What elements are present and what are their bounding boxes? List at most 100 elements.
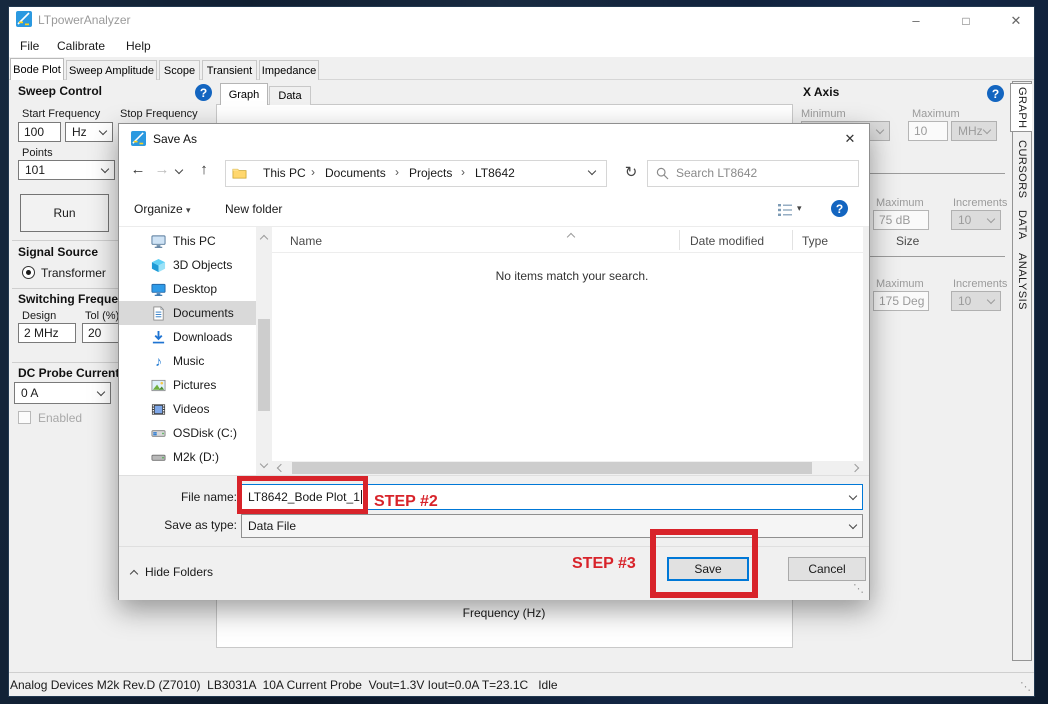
scroll-right-icon[interactable] (851, 464, 859, 472)
sidebar-item-this-pc[interactable]: This PC (119, 229, 256, 253)
chevron-down-icon (849, 520, 857, 528)
sidebar-item-music[interactable]: ♪Music (119, 349, 256, 373)
side-tab-graph[interactable]: GRAPH (1016, 87, 1028, 129)
minimize-button[interactable]: – (900, 7, 932, 34)
search-icon (656, 167, 669, 180)
forward-arrow-icon[interactable]: → (152, 161, 172, 181)
stop-frequency-label: Stop Frequency (120, 108, 198, 120)
sidebar-item-pictures[interactable]: Pictures (119, 373, 256, 397)
breadcrumb-lt8642[interactable]: LT8642 (475, 166, 515, 180)
tab-impedance[interactable]: Impedance (259, 60, 319, 80)
step2-highlight-box (237, 476, 368, 514)
app-icon (16, 11, 32, 27)
menu-file[interactable]: File (20, 39, 39, 53)
file-list-header (272, 227, 863, 253)
sidebar-item-documents[interactable]: Documents (119, 301, 256, 325)
sidebar-item-m2k-d[interactable]: M2k (D:) (119, 445, 256, 469)
side-tab-data[interactable]: DATA (1016, 210, 1028, 240)
enabled-checkbox[interactable] (18, 411, 31, 424)
menu-bar (9, 34, 1034, 57)
side-tab-cursors[interactable]: CURSORS (1016, 140, 1028, 199)
sidebar-item-3d-objects[interactable]: 3D Objects (119, 253, 256, 277)
breadcrumb-this-pc[interactable]: This PC (263, 166, 306, 180)
scroll-down-icon[interactable] (260, 460, 268, 468)
tab-scope[interactable]: Scope (159, 60, 200, 80)
help-icon[interactable]: ? (195, 84, 212, 101)
sidebar-scrollbar[interactable] (257, 227, 271, 475)
sidebar-item-videos[interactable]: Videos (119, 397, 256, 421)
column-header-date-modified[interactable]: Date modified (690, 234, 764, 248)
status-text: Analog Devices M2k Rev.D (Z7010) LB3031A… (10, 678, 558, 692)
magnitude-increments-select[interactable]: 10 (951, 210, 1001, 230)
file-name-label: File name: (119, 490, 237, 504)
tab-graph[interactable]: Graph (220, 83, 268, 105)
column-header-size[interactable]: Size (896, 234, 919, 248)
phase-maximum-input[interactable]: 175 Deg (873, 291, 929, 311)
breadcrumb-projects[interactable]: Projects (409, 166, 452, 180)
column-separator[interactable] (792, 230, 793, 250)
tab-transient[interactable]: Transient (202, 60, 257, 80)
column-header-type[interactable]: Type (802, 234, 828, 248)
organize-button[interactable]: Organize ▾ (134, 202, 191, 216)
breadcrumb-documents[interactable]: Documents (325, 166, 386, 180)
up-arrow-icon[interactable]: ↑ (194, 161, 214, 181)
os-drive-icon (151, 426, 166, 441)
x-maximum-unit-select[interactable]: MHz (951, 121, 997, 141)
transformer-radio[interactable] (22, 266, 35, 279)
sidebar-item-label: OSDisk (C:) (173, 426, 237, 440)
dialog-close-icon[interactable]: ✕ (833, 126, 867, 152)
points-value: 101 (25, 163, 45, 177)
side-tab-analysis[interactable]: ANALYSIS (1016, 253, 1028, 310)
design-input[interactable]: 2 MHz (18, 323, 76, 343)
close-button[interactable]: ✕ (1000, 7, 1032, 34)
tol-label: Tol (%) (85, 310, 119, 322)
points-select[interactable]: 101 (18, 160, 115, 180)
sidebar-item-label: This PC (173, 234, 216, 248)
x-maximum-input[interactable]: 10 (908, 121, 948, 141)
transformer-radio-label: Transformer (41, 266, 106, 280)
tab-bode-plot[interactable]: Bode Plot (10, 58, 64, 80)
dc-probe-current-select[interactable]: 0 A (14, 382, 111, 404)
save-as-type-select[interactable]: Data File (241, 514, 863, 538)
phase-increments-select[interactable]: 10 (951, 291, 1001, 311)
refresh-icon[interactable]: ↻ (621, 163, 641, 183)
maximize-button[interactable]: □ (950, 7, 982, 34)
start-frequency-unit-select[interactable]: Hz (65, 122, 113, 142)
cancel-button[interactable]: Cancel (788, 557, 866, 581)
magnitude-maximum-input[interactable]: 75 dB (873, 210, 929, 230)
column-header-name[interactable]: Name (290, 234, 322, 248)
dialog-sidebar: This PC 3D Objects Desktop Documents Dow… (119, 227, 256, 475)
scroll-left-icon[interactable] (277, 464, 285, 472)
hide-folders-button[interactable]: Hide Folders (131, 565, 213, 579)
graph-x-axis-label: Frequency (Hz) (419, 606, 589, 620)
menu-calibrate[interactable]: Calibrate (57, 39, 105, 53)
save-as-type-value: Data File (248, 519, 296, 533)
start-frequency-input[interactable]: 100 (18, 122, 61, 142)
new-folder-button[interactable]: New folder (225, 202, 282, 216)
resize-grip-icon[interactable]: ⋱ (1020, 680, 1031, 693)
scroll-up-icon[interactable] (260, 235, 268, 243)
dialog-help-icon[interactable]: ? (831, 200, 848, 217)
horizontal-scrollbar[interactable] (272, 461, 863, 475)
tab-data[interactable]: Data (269, 86, 311, 105)
breadcrumb-separator: › (461, 165, 465, 179)
document-icon (151, 306, 166, 321)
chevron-down-icon (987, 214, 995, 222)
scrollbar-thumb[interactable] (258, 319, 270, 411)
scrollbar-thumb[interactable] (292, 462, 812, 474)
views-icon[interactable] (777, 203, 793, 217)
menu-help[interactable]: Help (126, 39, 151, 53)
sidebar-item-downloads[interactable]: Downloads (119, 325, 256, 349)
back-arrow-icon[interactable]: ← (128, 161, 148, 181)
run-button[interactable]: Run (20, 194, 109, 232)
dialog-resize-grip-icon[interactable]: ⋱ (853, 582, 864, 595)
sidebar-item-osdisk-c[interactable]: OSDisk (C:) (119, 421, 256, 445)
hide-folders-label: Hide Folders (145, 565, 213, 579)
sidebar-item-desktop[interactable]: Desktop (119, 277, 256, 301)
help-icon[interactable]: ? (987, 85, 1004, 102)
tab-sweep-amplitude[interactable]: Sweep Amplitude (66, 60, 157, 80)
views-caret-icon[interactable]: ▾ (797, 203, 802, 214)
column-separator[interactable] (679, 230, 680, 250)
design-label: Design (22, 310, 56, 322)
search-placeholder: Search LT8642 (676, 166, 757, 180)
